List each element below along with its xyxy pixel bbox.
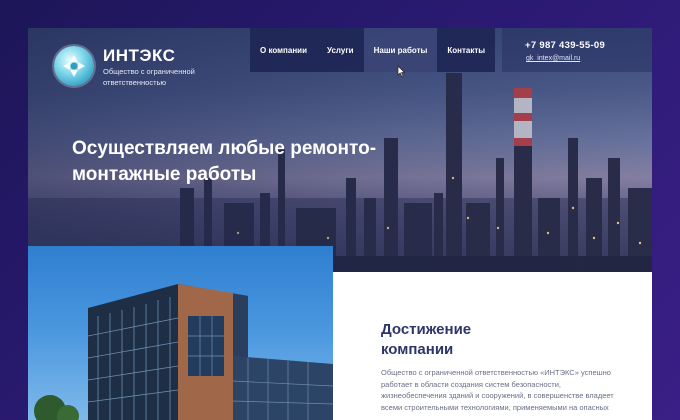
- main-nav: О компании Услуги Наши работы Контакты: [250, 28, 496, 72]
- page-frame: ИНТЭКС Общество с ограниченной ответстве…: [28, 28, 652, 420]
- email-link[interactable]: gk_intex@mail.ru: [526, 55, 580, 62]
- about-text: Общество с ограниченной ответственностью…: [381, 368, 614, 412]
- hero-headline: Осуществляем любые ремонто-монтажные раб…: [72, 138, 377, 185]
- about-card: Достижение компании Общество с ограничен…: [333, 272, 652, 420]
- nav-item-contacts[interactable]: Контакты: [437, 28, 496, 72]
- nav-item-services[interactable]: Услуги: [317, 28, 364, 72]
- pointer-cursor-icon: [397, 65, 406, 78]
- nav-item-about[interactable]: О компании: [250, 28, 317, 72]
- brand-subtitle: Общество с ограниченной ответственностью: [103, 67, 195, 87]
- aperture-logo-icon[interactable]: [54, 46, 94, 86]
- about-title: Достижение компании: [381, 321, 472, 358]
- phone-number[interactable]: +7 987 439-55-09: [525, 40, 605, 51]
- header-contacts: +7 987 439-55-09 gk_intex@mail.ru: [502, 28, 652, 72]
- building-photo: [28, 246, 333, 420]
- brand-name[interactable]: ИНТЭКС: [103, 46, 175, 66]
